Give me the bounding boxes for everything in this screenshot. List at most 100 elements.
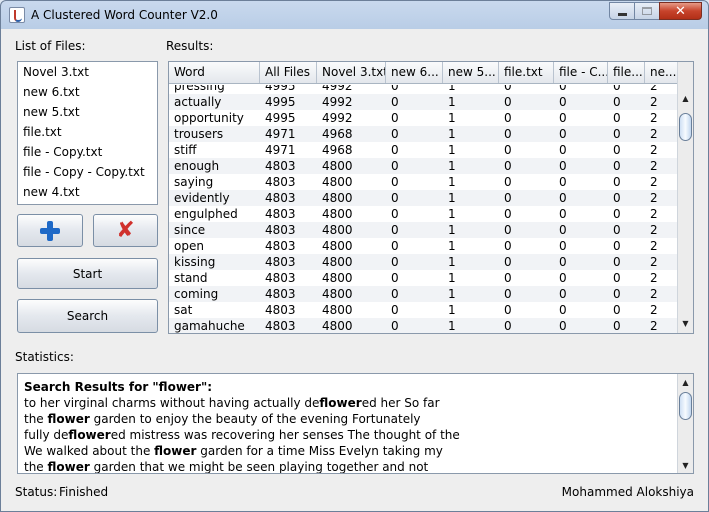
table-row[interactable]: open 4803 4800 0 1 0 0 0 2 [169,238,679,254]
scroll-up-icon[interactable]: ▲ [678,91,693,105]
table-cell: enough [174,159,220,173]
maximize-icon [642,7,652,15]
start-button[interactable]: Start [17,258,158,289]
table-cell: 0 [391,191,399,205]
table-cell: 1 [448,223,456,237]
main-panel: List of Files: Novel 3.txt new 6.txt new 5… [7,30,704,507]
table-cell: trousers [174,127,224,141]
minimize-button[interactable] [609,2,635,20]
maximize-button[interactable] [634,2,660,20]
table-cell: 0 [613,95,621,109]
results-label: Results: [166,39,214,53]
table-cell: 4803 [265,159,296,173]
file-list-item[interactable]: file - Copy.txt [18,142,157,162]
file-list-item[interactable]: new 4.txt [18,182,157,202]
table-row[interactable]: saying 4803 4800 0 1 0 0 0 2 [169,174,679,190]
scroll-down-icon[interactable]: ▼ [678,458,693,472]
keyword-highlight: flower [154,444,197,458]
table-cell: 4992 [322,111,353,125]
table-cell: 0 [391,143,399,157]
results-table: Word All Files Novel 3.txt new 6... new 5...… [168,61,694,334]
title-bar[interactable]: A Clustered Word Counter V2.0 ✕ [1,1,708,29]
table-cell: 4800 [322,159,353,173]
close-button[interactable]: ✕ [659,2,702,20]
column-header[interactable]: file - C... [554,62,608,83]
search-result-line: to her virginal charms without having ac… [24,396,440,410]
table-cell: 0 [391,207,399,221]
table-body[interactable]: pressing 4995 4992 0 1 0 0 0 2 actually 4995 4992 0 1… [169,85,679,333]
table-cell: 0 [559,175,567,189]
table-cell: 0 [391,239,399,253]
table-row[interactable]: sat 4803 4800 0 1 0 0 0 2 [169,302,679,318]
table-row[interactable]: kissing 4803 4800 0 1 0 0 0 2 [169,254,679,270]
scroll-up-icon[interactable]: ▲ [678,375,693,389]
statistics-panel[interactable]: Search Results for "flower": to her virg… [17,373,694,474]
table-cell: 0 [391,223,399,237]
table-cell: 0 [613,85,621,93]
column-header[interactable]: file... [608,62,645,83]
table-cell: open [174,239,204,253]
table-cell: 4800 [322,207,353,221]
table-cell: 2 [650,191,658,205]
table-cell: 1 [448,143,456,157]
table-cell: 1 [448,287,456,301]
table-cell: 0 [559,127,567,141]
add-file-button[interactable] [17,214,83,247]
table-cell: 0 [504,207,512,221]
table-row[interactable]: stand 4803 4800 0 1 0 0 0 2 [169,270,679,286]
table-row[interactable]: engulphed 4803 4800 0 1 0 0 0 2 [169,206,679,222]
search-button[interactable]: Search [17,299,158,333]
table-row[interactable]: opportunity 4995 4992 0 1 0 0 0 2 [169,110,679,126]
table-cell: 0 [559,85,567,93]
column-header[interactable]: new 6... [386,62,443,83]
table-cell: 0 [504,223,512,237]
table-cell: 0 [613,207,621,221]
table-row[interactable]: evidently 4803 4800 0 1 0 0 0 2 [169,190,679,206]
column-header[interactable]: Word [169,62,260,83]
table-row[interactable]: gamahuche 4803 4800 0 1 0 0 0 2 [169,318,679,333]
statistics-scrollbar[interactable]: ▲ ▼ [677,374,693,473]
table-cell: pressing [174,85,225,93]
file-list-item[interactable]: new 6.txt [18,82,157,102]
table-row[interactable]: pressing 4995 4992 0 1 0 0 0 2 [169,85,679,94]
table-cell: 2 [650,223,658,237]
table-cell: 4803 [265,303,296,317]
file-list-item[interactable]: Novel 3.txt [18,62,157,82]
file-list-item[interactable]: new 5.txt [18,102,157,122]
column-header[interactable]: Novel 3.txt [317,62,386,83]
table-cell: 1 [448,191,456,205]
scroll-thumb[interactable] [679,392,692,420]
table-cell: 0 [391,159,399,173]
table-cell: 0 [504,143,512,157]
table-cell: 1 [448,175,456,189]
remove-file-button[interactable]: ✘ [93,214,158,247]
table-cell: 2 [650,287,658,301]
table-cell: 1 [448,303,456,317]
file-list-item[interactable]: file.txt [18,122,157,142]
table-cell: 1 [448,239,456,253]
table-row[interactable]: trousers 4971 4968 0 1 0 0 0 2 [169,126,679,142]
column-header[interactable]: file.txt [499,62,554,83]
table-cell: 0 [613,239,621,253]
file-list-item[interactable]: file - Copy - Copy.txt [18,162,157,182]
table-cell: 4968 [322,127,353,141]
table-cell: 0 [613,287,621,301]
scroll-thumb[interactable] [679,113,692,141]
table-cell: 0 [613,143,621,157]
column-header[interactable]: new 5... [443,62,499,83]
table-row[interactable]: enough 4803 4800 0 1 0 0 0 2 [169,158,679,174]
table-row[interactable]: actually 4995 4992 0 1 0 0 0 2 [169,94,679,110]
table-cell: 0 [613,255,621,269]
table-cell: 0 [559,207,567,221]
table-row[interactable]: since 4803 4800 0 1 0 0 0 2 [169,222,679,238]
table-row[interactable]: coming 4803 4800 0 1 0 0 0 2 [169,286,679,302]
table-cell: 0 [391,95,399,109]
table-row[interactable]: stiff 4971 4968 0 1 0 0 0 2 [169,142,679,158]
search-result-line: We walked about the flower garden for a … [24,444,443,458]
column-header[interactable]: ne... [645,62,679,83]
file-list[interactable]: Novel 3.txt new 6.txt new 5.txt file.txt fil… [17,61,158,205]
table-cell: 4971 [265,143,296,157]
column-header[interactable]: All Files [260,62,317,83]
table-scrollbar[interactable]: ▲ ▼ [677,62,693,333]
scroll-down-icon[interactable]: ▼ [678,316,693,330]
